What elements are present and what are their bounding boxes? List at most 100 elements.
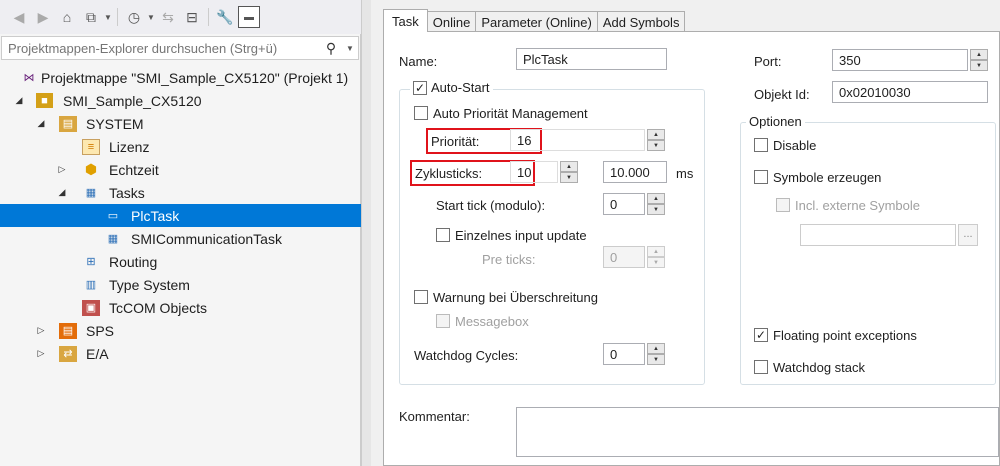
auto-start-label: Auto-Start [431,80,490,95]
solution-explorer-pane: ◀ ▶ ⌂ ⧉ ▼ ◷ ▼ ⇆ ⊟ 🔧 ▬ ⚲ ▼ ⋈ Projektmappe… [0,0,361,466]
tree-node-project[interactable]: ◢ ■ SMI_Sample_CX5120 [0,89,361,112]
create-symbols-checkbox[interactable] [754,170,768,184]
sync-icon[interactable]: ⇆ [157,6,179,28]
comment-label: Kommentar: [399,409,470,424]
io-icon: ⇄ [59,345,77,362]
disable-checkbox[interactable] [754,138,768,152]
priority-spinner[interactable]: ▲ ▼ [647,129,665,151]
collapse-arrow-icon[interactable]: ◢ [35,118,47,129]
tree-node-plctask[interactable]: ▭ PlcTask [0,204,361,227]
external-symbols-path-field [800,224,956,246]
tree-node-label: SMICommunicationTask [131,230,282,247]
start-tick-spinner[interactable]: ▲ ▼ [647,193,665,215]
messagebox-label: Messagebox [455,314,529,329]
spin-up-icon[interactable]: ▲ [647,193,665,204]
auto-start-checkbox[interactable]: ✓ [413,80,427,95]
watchdog-stack-checkbox[interactable] [754,360,768,374]
tab-parameter-online[interactable]: Parameter (Online) [475,11,598,32]
type-system-icon: ▥ [85,279,97,291]
warn-overrun-checkbox[interactable] [414,290,428,304]
port-field[interactable]: 350 [832,49,968,71]
plc-icon: ▤ [59,322,77,339]
solution-icon: ⋈ [23,72,35,84]
expand-arrow-icon[interactable]: ▷ [56,164,68,175]
routing-icon: ⊞ [86,256,96,268]
tab-task[interactable]: Task [383,9,428,32]
watchdog-cycles-field[interactable]: 0 [603,343,645,365]
object-id-label: Objekt Id: [754,87,810,102]
options-title: Optionen [746,114,805,129]
tab-add-symbols[interactable]: Add Symbols [596,11,686,32]
tree-node-realtime[interactable]: ▷ ⬢ Echtzeit [0,158,361,181]
tree-node-type-system[interactable]: ▥ Type System [0,273,361,296]
pending-changes-filter-icon[interactable]: ◷ [123,6,145,28]
auto-start-header: ✓ Auto-Start [410,80,493,95]
single-input-update-label: Einzelnes input update [455,228,587,243]
watchdog-cycles-spinner[interactable]: ▲ ▼ [647,343,665,365]
tab-online[interactable]: Online [426,11,477,32]
tree-node-smicommunicationtask[interactable]: ▦ SMICommunicationTask [0,227,361,250]
tree-node-io[interactable]: ▷ ⇄ E/A [0,342,361,365]
expand-arrow-icon[interactable]: ▷ [35,348,47,359]
auto-priority-checkbox[interactable] [414,106,428,120]
cycle-time-field[interactable]: 10.000 [603,161,667,183]
pane-splitter[interactable] [361,0,371,466]
tree-node-tccom-objects[interactable]: ▣ TcCOM Objects [0,296,361,319]
switch-views-icon[interactable]: ⧉ [80,6,102,28]
comment-field[interactable] [516,407,999,457]
search-options-icon[interactable]: ▼ [342,44,358,53]
port-spinner[interactable]: ▲ ▼ [970,49,988,71]
switch-views-dropdown-icon[interactable]: ▼ [104,13,112,22]
spin-down-icon[interactable]: ▼ [647,354,665,365]
cycle-time-unit: ms [676,166,694,181]
tree-node-tasks[interactable]: ◢ ▦ Tasks [0,181,361,204]
disable-label: Disable [773,138,817,153]
single-input-update-checkbox[interactable] [436,228,450,242]
search-input[interactable] [2,40,320,56]
spin-up-icon[interactable]: ▲ [560,161,578,172]
object-id-field: 0x02010030 [832,81,988,103]
cycle-ticks-spinner[interactable]: ▲ ▼ [560,161,578,183]
spin-up-icon[interactable]: ▲ [970,49,988,60]
properties-wrench-icon[interactable]: 🔧 [214,6,236,28]
back-icon[interactable]: ◀ [8,6,30,28]
preview-icon[interactable]: ▬ [238,6,260,28]
tree-node-license[interactable]: ≡ Lizenz [0,135,361,158]
toolbar-separator [208,8,209,26]
expand-arrow-icon[interactable]: ▷ [35,325,47,336]
tree-node-routing[interactable]: ⊞ Routing [0,250,361,273]
spin-down-icon[interactable]: ▼ [647,140,665,151]
tree-node-label: SMI_Sample_CX5120 [63,92,202,109]
home-icon[interactable]: ⌂ [56,6,78,28]
forward-icon[interactable]: ▶ [32,6,54,28]
filter-dropdown-icon[interactable]: ▼ [147,13,155,22]
task-icon: ▦ [107,233,119,245]
cycle-ticks-field[interactable]: 10 [510,161,558,183]
spin-down-icon[interactable]: ▼ [970,60,988,71]
collapse-arrow-icon[interactable]: ◢ [56,187,68,198]
name-field[interactable]: PlcTask [516,48,667,70]
tree-node-sps[interactable]: ▷ ▤ SPS [0,319,361,342]
tree-node-solution[interactable]: ⋈ Projektmappe "SMI_Sample_CX5120" (Proj… [0,66,361,89]
task-settings-panel: Name: PlcTask ✓ Auto-Start Auto Prioritä… [383,31,1000,466]
task-editor-pane: Task Online Parameter (Online) Add Symbo… [371,0,1000,466]
pre-ticks-label: Pre ticks: [482,252,536,267]
spin-down-icon[interactable]: ▼ [647,204,665,215]
floating-point-exceptions-checkbox[interactable]: ✓ [754,328,768,342]
start-tick-field[interactable]: 0 [603,193,645,215]
spin-down-icon[interactable]: ▼ [560,172,578,183]
priority-field[interactable]: 16 [510,129,645,151]
tree-node-system[interactable]: ◢ ▤ SYSTEM [0,112,361,135]
incl-external-symbols-checkbox [776,198,790,212]
system-icon: ▤ [59,115,77,132]
options-group [740,122,996,385]
spin-up-icon[interactable]: ▲ [647,129,665,140]
collapse-arrow-icon[interactable]: ◢ [13,95,25,106]
collapse-all-icon[interactable]: ⊟ [181,6,203,28]
browse-button: ... [958,224,978,246]
tree-node-label: SPS [86,322,115,339]
tree-node-label: Tasks [109,184,145,201]
search-icon[interactable]: ⚲ [320,40,342,57]
watchdog-cycles-label: Watchdog Cycles: [414,348,519,363]
spin-up-icon[interactable]: ▲ [647,343,665,354]
